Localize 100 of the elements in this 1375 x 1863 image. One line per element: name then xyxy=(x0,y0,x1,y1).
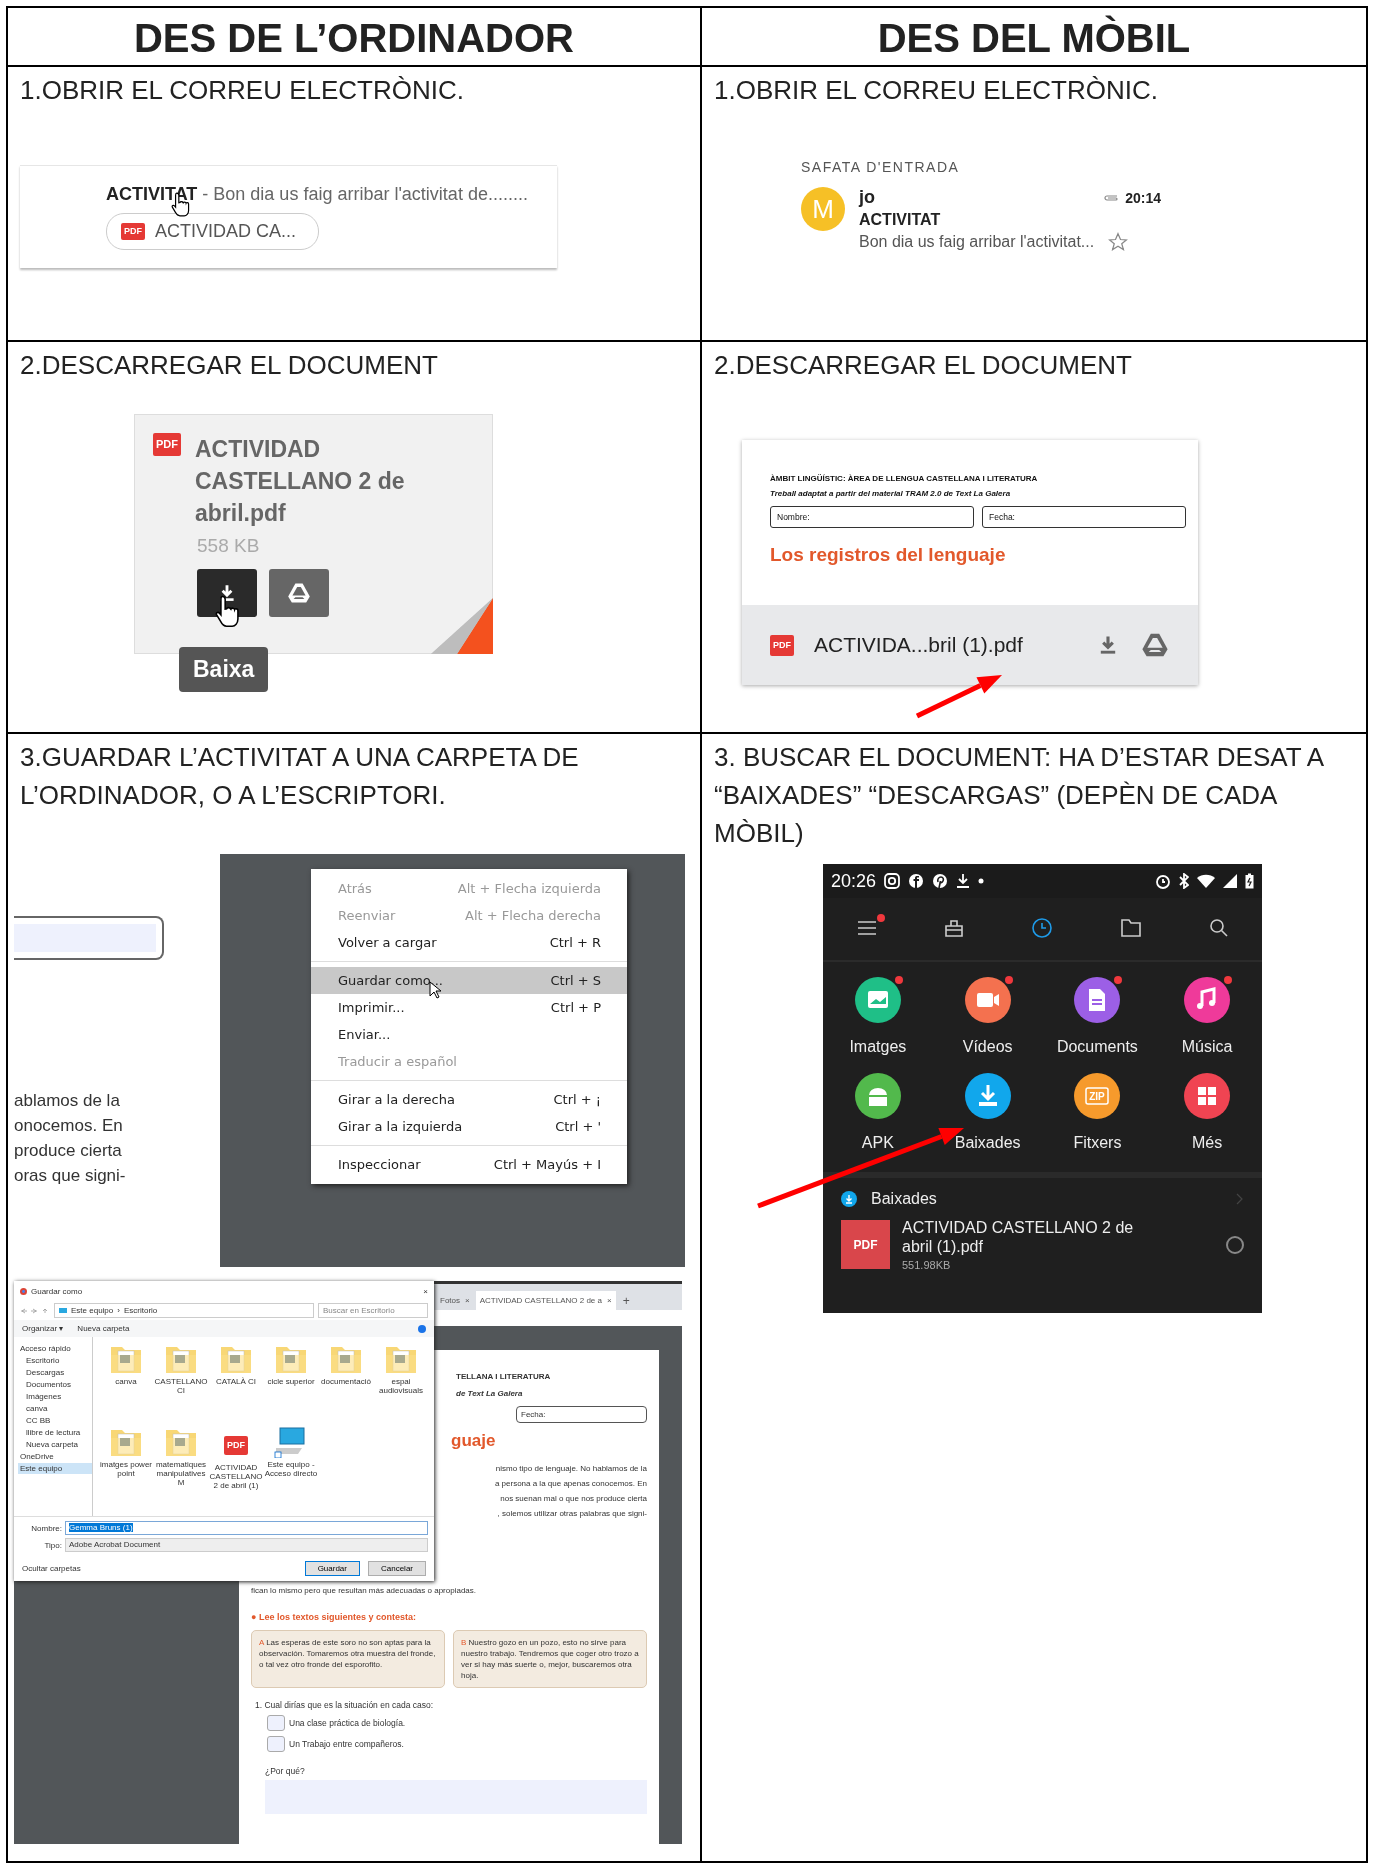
sidebar-item[interactable]: Acceso rápido xyxy=(18,1343,92,1354)
email-subject-line: ACTIVITAT - Bon dia us faig arribar l'activitat de........ xyxy=(106,184,529,205)
sidebar-item[interactable]: Imágenes xyxy=(18,1391,92,1402)
file-label[interactable]: espai audiovisuals xyxy=(374,1377,428,1395)
sidebar-item[interactable]: Escritorio xyxy=(18,1355,92,1366)
sidebar-item[interactable]: llibre de lectura xyxy=(18,1427,92,1438)
sidebar-item[interactable]: Nueva carpeta xyxy=(18,1439,92,1450)
clock-icon[interactable] xyxy=(1030,916,1053,939)
browser-tab[interactable]: ACTIVIDAD CASTELLANO 2 de a × xyxy=(475,1291,616,1310)
hide-folders-toggle[interactable]: Ocultar carpetas xyxy=(22,1564,297,1573)
email-list-item[interactable]: M jo 20:14 ACTIVITAT Bon dia us faig arribar l'activitat... xyxy=(801,187,1161,252)
sidebar-item[interactable]: Descargas xyxy=(18,1367,92,1378)
menu-item[interactable]: Girar a la derecha Ctrl + ¡ xyxy=(311,1086,627,1113)
menu-item[interactable]: Inspeccionar Ctrl + Mayús + I xyxy=(311,1151,627,1178)
step-heading: 2.DESCARREGAR EL DOCUMENT xyxy=(20,349,439,382)
file-label[interactable]: CASTELLANO CI xyxy=(154,1377,208,1395)
category-button[interactable]: Documents xyxy=(1042,976,1153,1056)
file-label[interactable]: matematiques manipulatives M xyxy=(154,1460,208,1487)
field-label: Tipo: xyxy=(43,1540,62,1550)
search-icon[interactable] xyxy=(1208,917,1229,938)
category-button[interactable]: APK xyxy=(823,1072,933,1152)
document-heading: ÀMBIT LINGÜÍSTIC: ÀREA DE LLENGUA CASTELLANA I LITERATURA xyxy=(770,474,1039,483)
toolbox-icon[interactable] xyxy=(943,917,964,938)
step-heading: 2.DESCARREGAR EL DOCUMENT xyxy=(714,349,1133,382)
menu-icon[interactable] xyxy=(856,919,877,936)
category-button[interactable]: Imatges xyxy=(823,976,933,1056)
pdf-file-icon: PDF xyxy=(841,1220,890,1269)
chevron-icon xyxy=(1236,1193,1244,1205)
camera-app-icon xyxy=(884,873,901,889)
document-heading: TELLANA I LITERATURA xyxy=(456,1372,552,1381)
checkbox[interactable] xyxy=(267,1715,285,1731)
file-label[interactable]: ACTIVIDAD CASTELLANO 2 de abril (1) xyxy=(209,1463,263,1490)
instruction: ● Lee los textos siguientes y contesta: xyxy=(251,1612,417,1622)
filename-field[interactable]: Gemma Bruns (1) xyxy=(65,1521,428,1535)
search-field[interactable]: Buscar en Escritorio xyxy=(318,1303,428,1318)
organize-menu[interactable]: Organizar ▾ xyxy=(22,1324,64,1333)
download-icon xyxy=(841,1191,857,1207)
star-icon[interactable] xyxy=(1108,232,1129,252)
select-circle[interactable] xyxy=(1226,1235,1244,1254)
tooltip: Baixa xyxy=(179,647,269,692)
menu-item[interactable]: Imprimir... Ctrl + P xyxy=(311,994,627,1021)
email-row[interactable]: ACTIVITAT - Bon dia us faig arribar l'activitat de........ PDF ACTIVIDAD CA... xyxy=(20,165,557,268)
column-header: DES DEL MÒBIL xyxy=(702,8,1366,67)
category-button[interactable]: Baixades xyxy=(932,1072,1043,1152)
category-button[interactable]: Vídeos xyxy=(932,976,1043,1056)
close-icon[interactable]: × xyxy=(606,1296,612,1305)
email-snippet: Bon dia us faig arribar l'activitat... xyxy=(859,233,1095,251)
menu-item[interactable]: Volver a cargar Ctrl + R xyxy=(311,929,627,956)
file-label[interactable]: imatges power point xyxy=(99,1460,153,1478)
category-button[interactable]: Més xyxy=(1152,1072,1262,1152)
sidebar-item[interactable]: canva xyxy=(18,1403,92,1414)
document-title: guaje xyxy=(451,1431,497,1451)
computer-icon[interactable] xyxy=(274,1426,308,1458)
sidebar-item[interactable]: Este equipo xyxy=(18,1463,92,1474)
file-label[interactable]: cicle superior xyxy=(267,1377,315,1386)
dialog-title: Guardar como xyxy=(31,1286,84,1296)
file-label[interactable]: documentació xyxy=(321,1377,371,1386)
drive-button[interactable] xyxy=(269,569,329,617)
document-title: Los registros del lenguaje xyxy=(770,544,1007,566)
checkbox[interactable] xyxy=(267,1736,285,1752)
text-line: oras que signi- xyxy=(14,1165,127,1187)
section-header[interactable]: Baixades xyxy=(823,1178,1262,1214)
file-label[interactable]: canva xyxy=(115,1377,137,1386)
step-heading: 1.OBRIR EL CORREU ELECTRÒNIC. xyxy=(20,74,465,107)
cancel-button[interactable]: Cancelar xyxy=(368,1561,426,1576)
file-label[interactable]: Este equipo - Acceso directo xyxy=(264,1460,318,1478)
download-button[interactable] xyxy=(197,569,257,617)
new-tab-button[interactable]: + xyxy=(617,1292,635,1310)
save-button[interactable]: Guardar xyxy=(304,1561,360,1576)
folder-icon[interactable] xyxy=(1119,917,1142,938)
attachment-chip[interactable]: PDF ACTIVIDAD CA... xyxy=(106,213,320,250)
file-label[interactable]: CATALÀ CI xyxy=(215,1377,257,1386)
path-segment[interactable]: Escritorio xyxy=(123,1306,158,1315)
file-name: ACTIVIDA...bril (1).pdf xyxy=(814,633,1024,657)
close-button[interactable]: × xyxy=(423,1286,428,1296)
paragraph-line: , solemos utilizar otras palabras que signi- xyxy=(497,1508,647,1520)
sidebar-item[interactable]: Documentos xyxy=(18,1379,92,1390)
file-type-dropdown[interactable]: Adobe Acrobat Document xyxy=(65,1538,428,1552)
drive-icon[interactable] xyxy=(1140,631,1170,659)
file-size: 558 KB xyxy=(197,535,261,557)
new-folder-button[interactable]: Nueva carpeta xyxy=(77,1324,130,1333)
field-label: Nombre: xyxy=(30,1523,62,1533)
category-button[interactable]: Música xyxy=(1152,976,1262,1056)
category-button[interactable]: ZIP Fitxers xyxy=(1042,1072,1153,1152)
address-bar[interactable]: Este equipo › Escritorio xyxy=(54,1303,314,1318)
sidebar-item[interactable]: CC BB xyxy=(18,1415,92,1426)
close-icon[interactable]: × xyxy=(465,1296,470,1305)
pdf-file-icon[interactable]: PDF xyxy=(224,1436,248,1455)
sidebar-item[interactable]: OneDrive xyxy=(18,1451,92,1462)
menu-item[interactable]: Girar a la izquierda Ctrl + ' xyxy=(311,1113,627,1140)
email-subject: ACTIVITAT xyxy=(859,211,942,229)
folded-corner-drawing xyxy=(431,598,493,654)
text-line: onocemos. En xyxy=(14,1115,124,1137)
navigation-arrows-icon xyxy=(20,1307,50,1314)
option-label: Una clase práctica de biología. xyxy=(289,1718,406,1728)
menu-item[interactable]: Enviar... xyxy=(311,1021,627,1048)
help-icon[interactable] xyxy=(418,1324,426,1333)
file-list-item[interactable]: PDF ACTIVIDAD CASTELLANO 2 de abril (1).pdf 551.98KB xyxy=(823,1214,1262,1275)
path-segment[interactable]: Este equipo xyxy=(71,1306,114,1315)
step-heading: 1.OBRIR EL CORREU ELECTRÒNIC. xyxy=(714,74,1159,107)
